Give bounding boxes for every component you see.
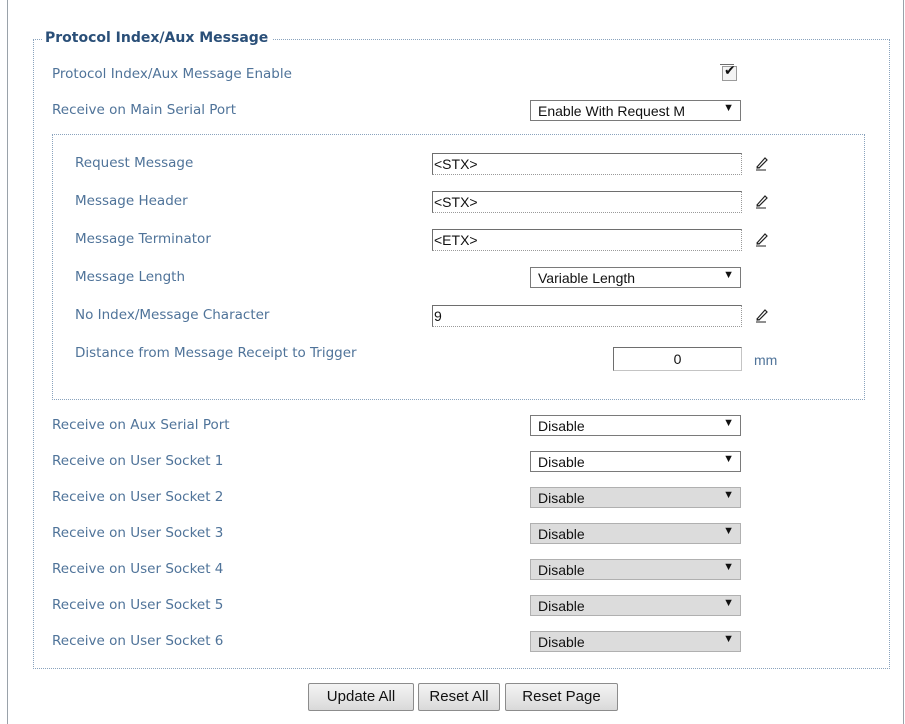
edit-no-index-pencil-icon[interactable]	[754, 307, 770, 323]
message-length-label: Message Length	[75, 269, 186, 285]
request-message-label: Request Message	[75, 155, 194, 171]
chevron-down-icon: ▼	[723, 102, 734, 114]
distance-input[interactable]: 0	[613, 347, 742, 371]
port-select-value: Disable	[538, 490, 585, 506]
request-message-input[interactable]: <STX>	[432, 153, 742, 175]
update-all-button[interactable]: Update All	[308, 683, 414, 711]
port-select[interactable]: Disable ▼	[530, 451, 741, 472]
main-serial-label: Receive on Main Serial Port	[52, 102, 237, 118]
port-label: Receive on User Socket 6	[52, 633, 224, 649]
chevron-down-icon: ▼	[723, 269, 734, 281]
message-length-value: Variable Length	[538, 270, 636, 286]
message-terminator-label: Message Terminator	[75, 231, 211, 247]
port-select[interactable]: Disable ▼	[530, 595, 741, 616]
enable-checkbox[interactable]: ✔	[720, 63, 737, 81]
port-select[interactable]: Disable ▼	[530, 523, 741, 544]
reset-page-button[interactable]: Reset Page	[505, 683, 618, 711]
distance-unit: mm	[754, 352, 778, 368]
port-select-value: Disable	[538, 634, 585, 650]
distance-label: Distance from Message Receipt to Trigger	[75, 345, 357, 361]
port-label: Receive on Aux Serial Port	[52, 417, 230, 433]
main-serial-select[interactable]: Enable With Request M ▼	[530, 100, 741, 121]
enable-label: Protocol Index/Aux Message Enable	[52, 66, 292, 82]
port-select-value: Disable	[538, 598, 585, 614]
port-label: Receive on User Socket 5	[52, 597, 224, 613]
chevron-down-icon: ▼	[723, 453, 734, 465]
chevron-down-icon: ▼	[723, 597, 734, 609]
port-select[interactable]: Disable ▼	[530, 631, 741, 652]
port-label: Receive on User Socket 3	[52, 525, 224, 541]
port-select-value: Disable	[538, 454, 585, 470]
edit-request-pencil-icon[interactable]	[754, 155, 770, 171]
chevron-down-icon: ▼	[723, 525, 734, 537]
main-serial-value: Enable With Request M	[538, 103, 686, 119]
port-label: Receive on User Socket 2	[52, 489, 224, 505]
port-select-value: Disable	[538, 562, 585, 578]
port-select[interactable]: Disable ▼	[530, 415, 741, 436]
section-title: Protocol Index/Aux Message	[43, 30, 273, 46]
port-label: Receive on User Socket 1	[52, 453, 224, 469]
reset-all-button[interactable]: Reset All	[418, 683, 500, 711]
port-select-value: Disable	[538, 526, 585, 542]
message-terminator-input[interactable]: <ETX>	[432, 229, 742, 251]
message-header-input[interactable]: <STX>	[432, 191, 742, 213]
port-select[interactable]: Disable ▼	[530, 487, 741, 508]
message-length-select[interactable]: Variable Length ▼	[530, 267, 741, 288]
message-header-label: Message Header	[75, 193, 188, 209]
edit-terminator-pencil-icon[interactable]	[754, 231, 770, 247]
no-index-label: No Index/Message Character	[75, 307, 270, 323]
port-select-value: Disable	[538, 418, 585, 434]
port-select[interactable]: Disable ▼	[530, 559, 741, 580]
no-index-input[interactable]: 9	[432, 305, 742, 327]
chevron-down-icon: ▼	[723, 561, 734, 573]
port-label: Receive on User Socket 4	[52, 561, 224, 577]
chevron-down-icon: ▼	[723, 633, 734, 645]
chevron-down-icon: ▼	[723, 489, 734, 501]
edit-header-pencil-icon[interactable]	[754, 193, 770, 209]
chevron-down-icon: ▼	[723, 417, 734, 429]
